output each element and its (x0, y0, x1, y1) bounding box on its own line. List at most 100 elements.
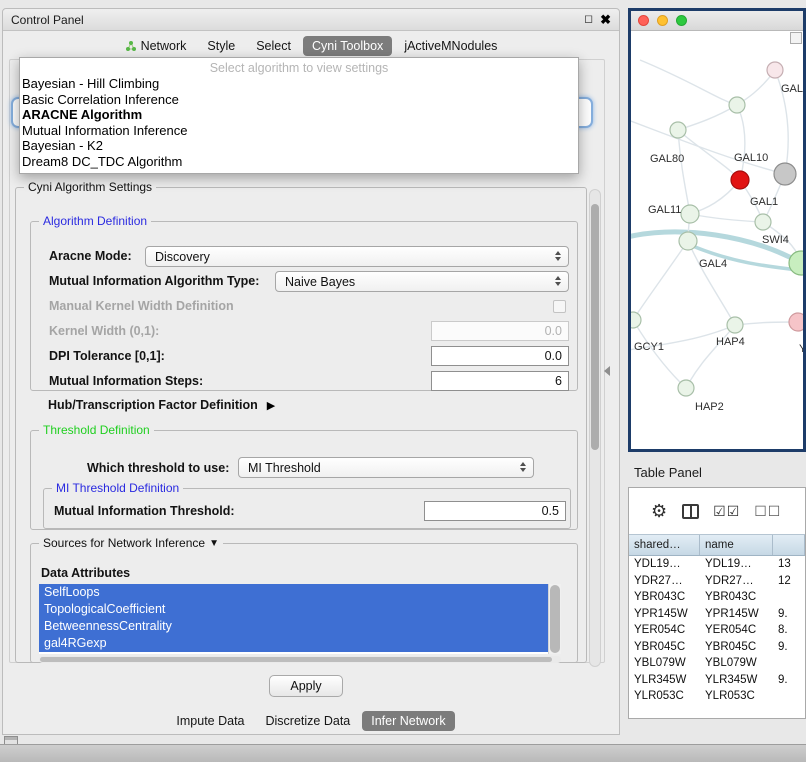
algorithm-option[interactable]: Bayesian - K2 (20, 138, 578, 154)
table-row[interactable]: YBR045C YBR045C 9. (629, 639, 805, 656)
table-row[interactable]: YBR043C YBR043C (629, 589, 805, 606)
cell-shared-name: YDL19… (629, 558, 700, 570)
network-node[interactable] (789, 251, 803, 275)
cell-value: 12 (773, 575, 805, 587)
stepper-icon (555, 276, 561, 286)
network-node[interactable] (767, 62, 783, 78)
algorithm-option[interactable]: Mutual Information Inference (20, 123, 578, 139)
network-icon (125, 40, 137, 52)
table-row[interactable]: YLR345W YLR345W 9. (629, 672, 805, 689)
network-node[interactable] (727, 317, 743, 333)
apply-button[interactable]: Apply (269, 675, 343, 697)
algorithm-option[interactable]: ARACNE Algorithm (20, 107, 578, 123)
select-all-checkboxes-icon[interactable]: ☑☑ (713, 503, 740, 520)
tab-impute-data-label: Impute Data (176, 714, 244, 728)
mi-type-select[interactable]: Naive Bayes (275, 271, 569, 292)
cell-name: YPR145W (700, 608, 773, 620)
deselect-all-checkboxes-icon[interactable]: ☐☐ (754, 503, 781, 520)
hub-definition-toggle[interactable]: Hub/Transcription Factor Definition ▶ (48, 398, 275, 412)
table-toolbar: ⚙ ☑☑ ☐☐ (629, 488, 805, 534)
attribute-list-item[interactable]: TopologicalCoefficient (39, 601, 548, 618)
algorithm-option-label: Dream8 DC_TDC Algorithm (22, 154, 182, 169)
algorithm-option[interactable]: Dream8 DC_TDC Algorithm (20, 154, 578, 170)
minimize-window-button[interactable] (657, 15, 668, 26)
network-node[interactable] (681, 205, 699, 223)
cell-name: YDR27… (700, 575, 773, 587)
network-node[interactable] (631, 312, 641, 328)
network-window-titlebar[interactable] (631, 11, 803, 31)
scrollbar-thumb[interactable] (550, 585, 560, 653)
cell-shared-name: YLR345W (629, 674, 700, 686)
attribute-list-vscrollbar[interactable] (548, 584, 561, 654)
tab-impute-data[interactable]: Impute Data (167, 711, 253, 731)
column-header[interactable]: name (700, 535, 773, 555)
tab-style[interactable]: Style (198, 36, 244, 56)
which-threshold-label: Which threshold to use: (87, 461, 229, 475)
table-row[interactable]: YBL079W YBL079W (629, 655, 805, 672)
aracne-mode-select[interactable]: Discovery (145, 246, 569, 267)
cell-name: YER054C (700, 624, 773, 636)
column-header-label: shared… (634, 539, 681, 551)
control-panel-titlebar[interactable]: Control Panel ◻ ✖ (3, 9, 619, 31)
tab-jactivemnodules[interactable]: jActiveMNodules (395, 36, 506, 56)
cell-name: YBL079W (700, 657, 773, 669)
which-threshold-select[interactable]: MI Threshold (238, 457, 534, 478)
expanded-arrow-icon[interactable]: ▼ (209, 538, 219, 549)
attribute-list-item[interactable]: gal4RGexp (39, 635, 548, 652)
panel-collapse-arrow[interactable] (604, 366, 610, 376)
close-window-button[interactable] (638, 15, 649, 26)
mi-steps-input[interactable] (431, 371, 569, 391)
manual-kernel-checkbox[interactable] (553, 300, 566, 313)
close-panel-button[interactable]: ✖ (600, 13, 611, 26)
columns-icon[interactable] (682, 504, 699, 519)
mi-threshold-input[interactable] (424, 501, 566, 521)
network-node[interactable] (729, 97, 745, 113)
tab-cyni-toolbox[interactable]: Cyni Toolbox (303, 36, 392, 56)
network-node[interactable] (755, 214, 771, 230)
node-label: GAL (781, 83, 803, 95)
table-row[interactable]: YLR053C YLR053C (629, 688, 805, 705)
cell-shared-name: YBR043C (629, 591, 700, 603)
algorithm-definition-group: Algorithm Definition Aracne Mode: Discov… (30, 221, 578, 391)
algorithm-option-label: Bayesian - K2 (22, 138, 103, 153)
table-row[interactable]: YDL19… YDL19… 13 (629, 556, 805, 573)
cell-name: YLR053C (700, 690, 773, 702)
dpi-tolerance-input[interactable] (431, 346, 569, 366)
network-node[interactable] (789, 313, 803, 331)
attribute-list-item[interactable]: BetweennessCentrality (39, 618, 548, 635)
threshold-definition-group: Threshold Definition Which threshold to … (30, 430, 578, 530)
algorithm-option-label: ARACNE Algorithm (22, 107, 142, 122)
float-panel-button[interactable]: ◻ (584, 14, 593, 25)
network-node[interactable] (670, 122, 686, 138)
table-row[interactable]: YER054C YER054C 8. (629, 622, 805, 639)
tab-select[interactable]: Select (247, 36, 300, 56)
kernel-width-input[interactable] (431, 321, 569, 341)
scrollbar-thumb[interactable] (591, 204, 599, 450)
attribute-list-hscrollbar[interactable] (39, 656, 561, 663)
table-row[interactable]: YDR27… YDR27… 12 (629, 573, 805, 590)
tab-network[interactable]: Network (116, 36, 196, 56)
cell-value: 8. (773, 624, 805, 636)
canvas-corner-widget[interactable] (790, 32, 802, 44)
gear-icon[interactable]: ⚙ (651, 501, 668, 522)
network-node[interactable] (731, 171, 749, 189)
algorithm-option[interactable]: Bayesian - Hill Climbing (20, 76, 578, 92)
table-row[interactable]: YPR145W YPR145W 9. (629, 606, 805, 623)
network-node[interactable] (679, 232, 697, 250)
mi-type-value: Naive Bayes (285, 275, 355, 289)
scrollbar-thumb[interactable] (40, 657, 552, 662)
algorithm-option[interactable]: Basic Correlation Inference (20, 92, 578, 108)
attribute-list-item[interactable]: SelfLoops (39, 584, 548, 601)
tab-discretize-data[interactable]: Discretize Data (257, 711, 360, 731)
column-header[interactable]: shared… (629, 535, 700, 555)
algorithm-option-list: Bayesian - Hill Climbing Basic Correlati… (20, 76, 578, 169)
column-header[interactable] (773, 535, 805, 555)
settings-scrollbar[interactable] (589, 189, 601, 667)
tab-infer-network[interactable]: Infer Network (362, 711, 454, 731)
tab-style-label: Style (207, 39, 235, 53)
algorithm-option-label: Bayesian - Hill Climbing (22, 76, 159, 91)
network-canvas[interactable]: GALGAL80GAL10GAL11GAL1SWI4GAL4GCY1HAP4YH… (631, 31, 803, 449)
network-node[interactable] (774, 163, 796, 185)
network-node[interactable] (678, 380, 694, 396)
zoom-window-button[interactable] (676, 15, 687, 26)
